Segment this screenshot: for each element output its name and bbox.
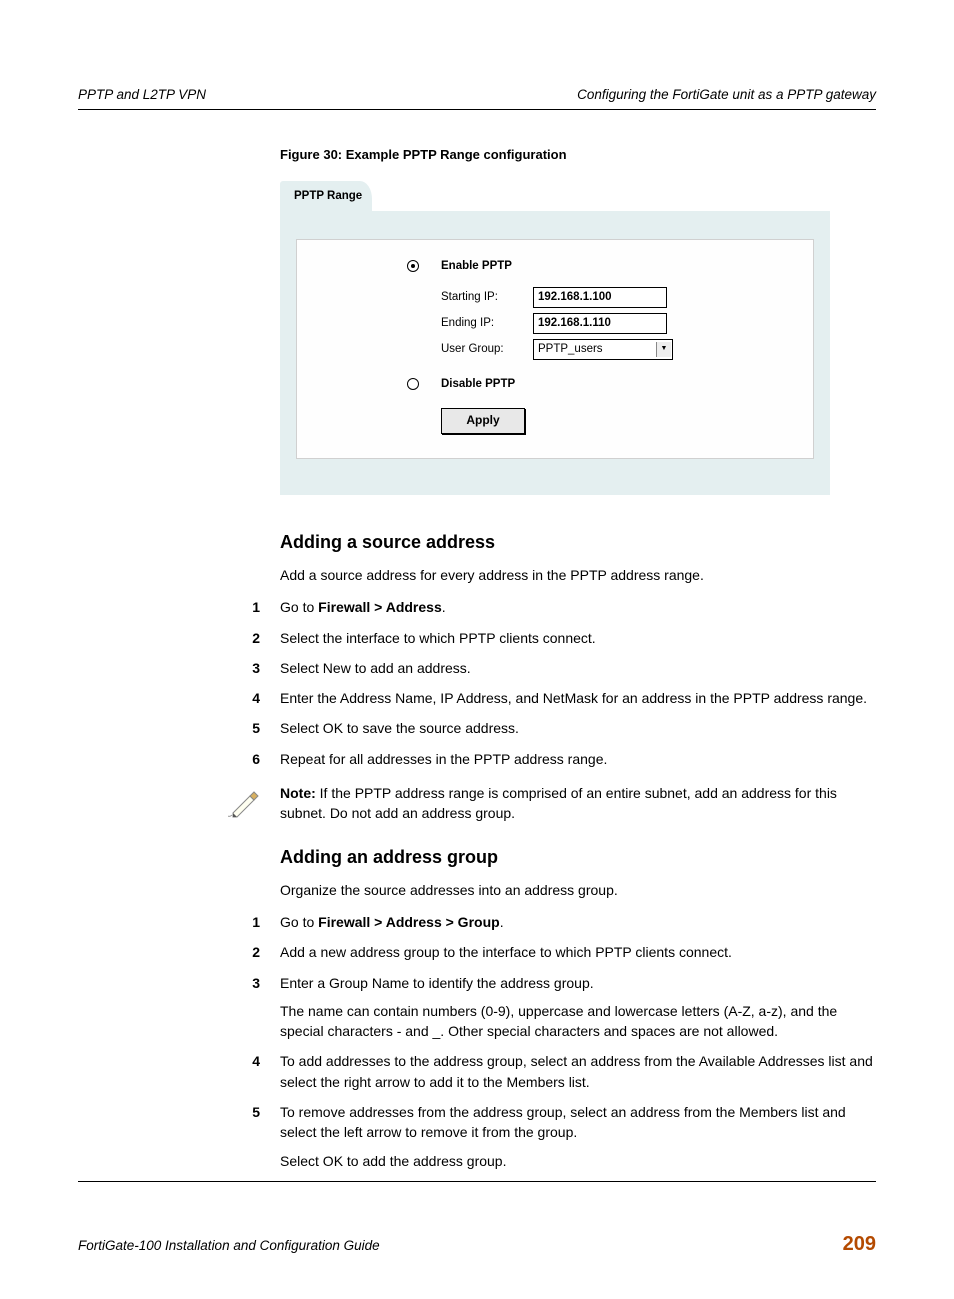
screenshot-panel: Enable PPTP Starting IP: 192.168.1.100 E… [280, 211, 830, 495]
footer-rule [78, 1181, 876, 1182]
enable-pptp-label: Enable PPTP [441, 258, 512, 275]
step-number: 3 [238, 973, 280, 1042]
radio-disable-pptp[interactable] [407, 378, 419, 390]
step-text: To remove addresses from the address gro… [280, 1102, 876, 1171]
screenshot-inner: Enable PPTP Starting IP: 192.168.1.100 E… [296, 239, 814, 459]
note-block: Note: If the PPTP address range is compr… [228, 783, 876, 824]
step-number: 3 [238, 658, 280, 678]
user-group-value: PPTP_users [538, 341, 603, 358]
step-number: 2 [238, 628, 280, 648]
ending-ip-label: Ending IP: [441, 315, 533, 332]
page-number: 209 [843, 1230, 876, 1259]
step-number: 4 [238, 1051, 280, 1092]
step-text: Enter the Address Name, IP Address, and … [280, 688, 876, 708]
ordered-list-1: 1 Go to Firewall > Address. 2 Select the… [238, 597, 876, 769]
tab-pptp-range[interactable]: PPTP Range [280, 181, 372, 212]
user-group-select[interactable]: PPTP_users ▼ [533, 339, 673, 360]
apply-button[interactable]: Apply [441, 408, 525, 433]
figure-screenshot: PPTP Range Enable PPTP Starting IP: 192.… [280, 180, 830, 494]
section-intro-2: Organize the source addresses into an ad… [280, 880, 876, 900]
header-left: PPTP and L2TP VPN [78, 85, 206, 105]
header-rule [78, 109, 876, 110]
step-number: 2 [238, 942, 280, 962]
step-text: Select New to add an address. [280, 658, 876, 678]
user-group-label: User Group: [441, 341, 533, 358]
figure-caption: Figure 30: Example PPTP Range configurat… [280, 146, 876, 165]
radio-enable-pptp[interactable] [407, 260, 419, 272]
disable-pptp-label: Disable PPTP [441, 376, 515, 393]
step-text: Add a new address group to the interface… [280, 942, 876, 962]
ending-ip-input[interactable]: 192.168.1.110 [533, 313, 667, 334]
step-text: Repeat for all addresses in the PPTP add… [280, 749, 876, 769]
starting-ip-input[interactable]: 192.168.1.100 [533, 287, 667, 308]
step-number: 6 [238, 749, 280, 769]
chevron-down-icon: ▼ [656, 342, 671, 357]
note-pencil-icon [228, 783, 264, 819]
step-number: 1 [238, 597, 280, 617]
section-heading-source-address: Adding a source address [280, 529, 876, 555]
step-text: To add addresses to the address group, s… [280, 1051, 876, 1092]
footer-left: FortiGate-100 Installation and Configura… [78, 1236, 380, 1256]
section-intro-1: Add a source address for every address i… [280, 565, 876, 585]
step-number: 1 [238, 912, 280, 932]
section-heading-address-group: Adding an address group [280, 844, 876, 870]
step-number: 4 [238, 688, 280, 708]
step-text: Enter a Group Name to identify the addre… [280, 973, 876, 1042]
step-text: Go to Firewall > Address. [280, 597, 876, 617]
step-text: Select the interface to which PPTP clien… [280, 628, 876, 648]
starting-ip-label: Starting IP: [441, 289, 533, 306]
step-text: Select OK to save the source address. [280, 718, 876, 738]
step-text: Go to Firewall > Address > Group. [280, 912, 876, 932]
ordered-list-2: 1 Go to Firewall > Address > Group. 2 Ad… [238, 912, 876, 1171]
header-right: Configuring the FortiGate unit as a PPTP… [577, 85, 876, 105]
note-text: Note: If the PPTP address range is compr… [280, 783, 876, 824]
step-number: 5 [238, 1102, 280, 1171]
step-number: 5 [238, 718, 280, 738]
